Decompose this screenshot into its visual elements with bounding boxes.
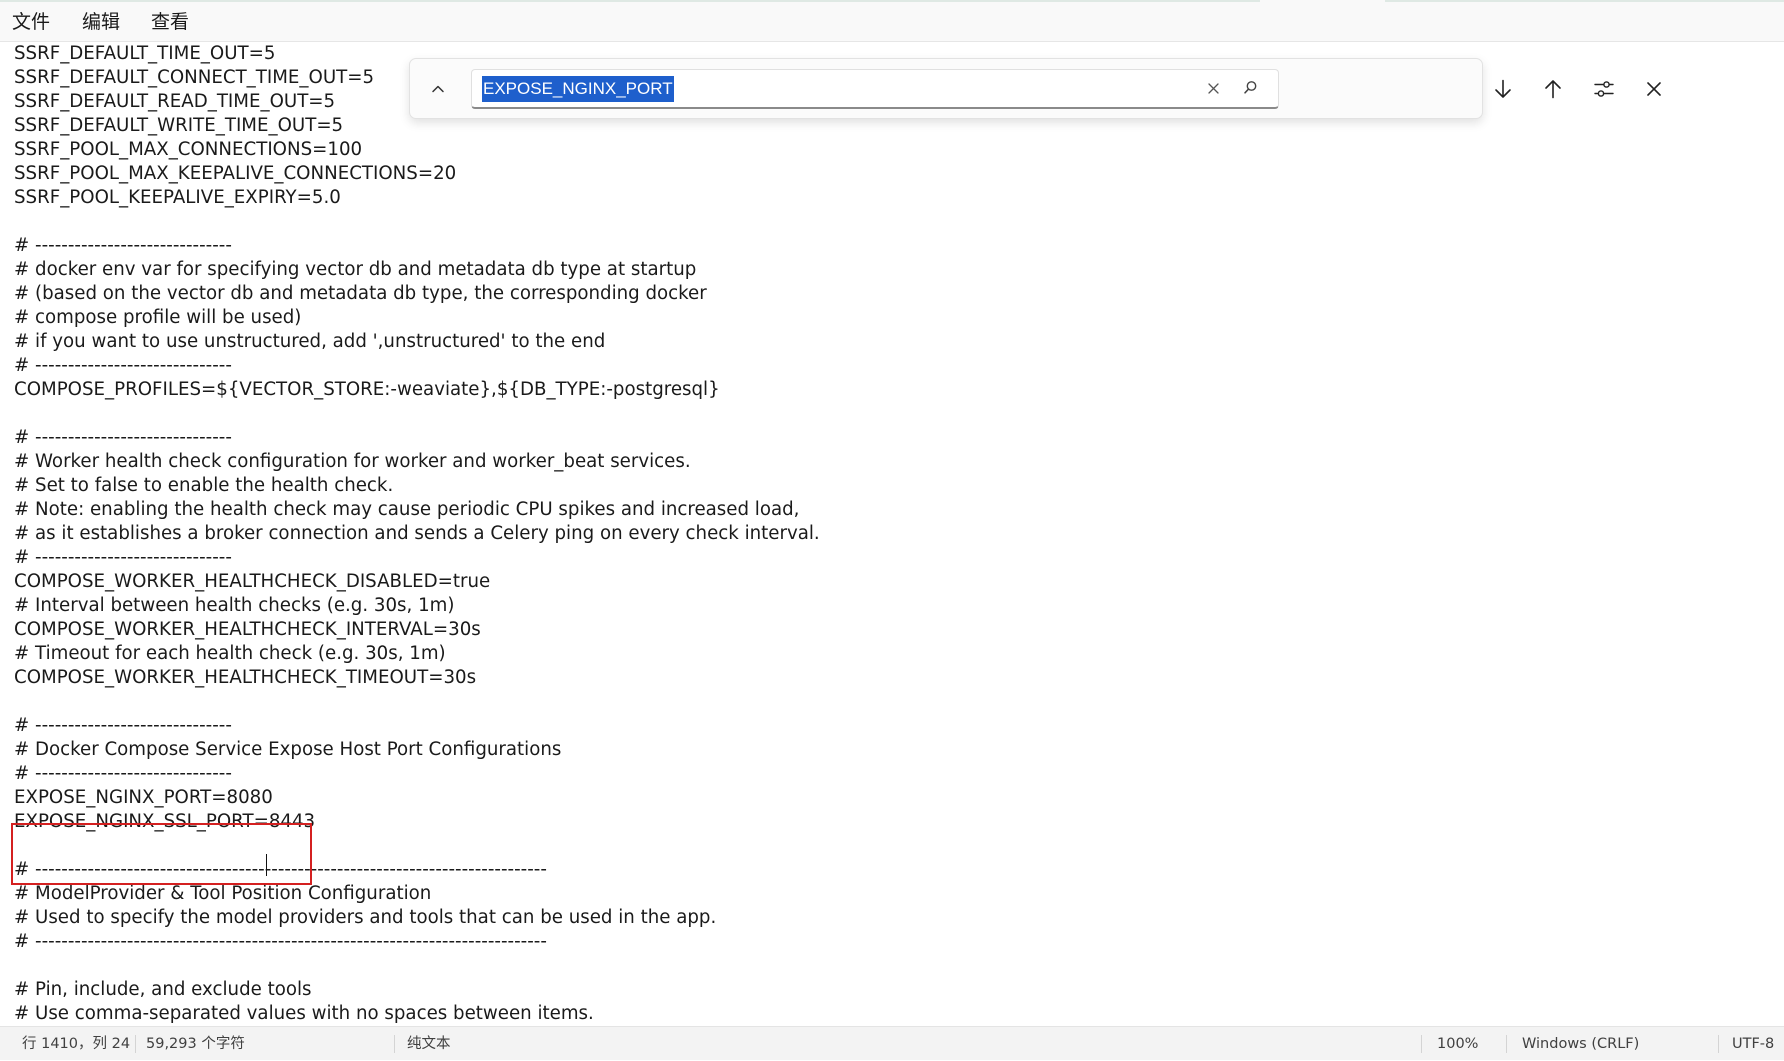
editor-line: # Used to specify the model providers an… [14,907,717,928]
menu-file[interactable]: 文件 [12,9,50,35]
editor-line: # ------------------------------ [14,355,232,376]
editor-line: # (based on the vector db and metadata d… [14,283,707,304]
find-next-button[interactable] [1485,71,1521,107]
status-divider [135,1035,136,1053]
title-bar-edge [1385,0,1784,2]
status-divider [1506,1035,1507,1053]
menu-edit[interactable]: 编辑 [82,9,120,35]
editor-line: SSRF_POOL_MAX_CONNECTIONS=100 [14,139,363,160]
search-button[interactable] [1239,78,1261,100]
find-previous-button[interactable] [1535,71,1571,107]
menu-view[interactable]: 查看 [151,9,189,35]
close-icon [1207,80,1220,99]
clear-search-button[interactable] [1202,78,1224,100]
editor-line: # ------------------------------ [14,715,232,736]
editor-line: EXPOSE_NGINX_PORT=8080 [14,787,273,808]
status-divider [1421,1035,1422,1053]
editor-text-area[interactable]: SSRF_DEFAULT_TIME_OUT=5 SSRF_DEFAULT_CON… [0,42,1784,1026]
cursor-position[interactable]: 行 1410，列 24 [22,1027,130,1061]
editor-line: SSRF_DEFAULT_CONNECT_TIME_OUT=5 [14,67,375,88]
editor-line: # compose profile will be used) [14,307,302,328]
editor-line: # Note: enabling the health check may ca… [14,499,800,520]
find-bar: EXPOSE_NGINX_PORT [409,58,1661,119]
toggle-replace-button[interactable] [420,71,456,107]
find-options-button[interactable] [1586,71,1622,107]
editor-line: # docker env var for specifying vector d… [14,259,697,280]
editor-line: COMPOSE_PROFILES=${VECTOR_STORE:-weaviat… [14,379,720,400]
editor-line: # ------------------------------ [14,427,232,448]
editor-line: COMPOSE_WORKER_HEALTHCHECK_DISABLED=true [14,571,491,592]
editor-line: COMPOSE_WORKER_HEALTHCHECK_INTERVAL=30s [14,619,481,640]
close-icon [1645,80,1663,98]
editor-line: # Docker Compose Service Expose Host Por… [14,739,562,760]
sliders-icon [1593,78,1615,100]
line-ending[interactable]: Windows (CRLF) [1522,1027,1639,1061]
find-input[interactable]: EXPOSE_NGINX_PORT [482,76,674,102]
file-type: 纯文本 [407,1036,451,1052]
menu-bar: 文件 编辑 查看 [0,0,1784,42]
editor-line: COMPOSE_WORKER_HEALTHCHECK_TIMEOUT=30s [14,667,477,688]
status-divider [1718,1035,1719,1053]
arrow-up-icon [1542,78,1564,100]
editor-line: # ------------------------------ [14,547,232,568]
character-count: 59,293 个字符 [146,1036,245,1052]
editor-line: # Set to false to enable the health chec… [14,475,394,496]
encoding[interactable]: UTF-8 [1732,1027,1774,1061]
editor-line: # Interval between health checks (e.g. 3… [14,595,455,616]
zoom-level[interactable]: 100% [1437,1027,1478,1061]
editor-line: # if you want to use unstructured, add '… [14,331,606,352]
editor-line: # Pin, include, and exclude tools [14,979,312,1000]
editor-line: # as it establishes a broker connection … [14,523,820,544]
editor-line: # --------------------------------------… [14,931,547,952]
text-caret [266,854,267,876]
editor-line: # Worker health check configuration for … [14,451,691,472]
title-bar-edge [0,0,1260,2]
editor-line: SSRF_DEFAULT_READ_TIME_OUT=5 [14,91,336,112]
editor-line: # ------------------------------ [14,763,232,784]
chevron-up-icon [430,81,446,97]
editor-line: SSRF_POOL_KEEPALIVE_EXPIRY=5.0 [14,187,341,208]
editor-line: # ------------------------------ [14,235,232,256]
status-divider [394,1035,395,1053]
find-input-box[interactable]: EXPOSE_NGINX_PORT [471,69,1279,109]
editor-line: # Timeout for each health check (e.g. 30… [14,643,446,664]
editor-line: SSRF_DEFAULT_TIME_OUT=5 [14,43,276,64]
close-find-button[interactable] [1636,71,1672,107]
search-icon [1243,80,1258,99]
status-bar: 行 1410，列 24 59,293 个字符 纯文本 100% Windows … [0,1026,1784,1060]
editor-line: # Use comma-separated values with no spa… [14,1003,594,1024]
arrow-down-icon [1492,78,1514,100]
editor-line: # ModelProvider & Tool Position Configur… [14,883,432,904]
editor-line: SSRF_POOL_MAX_KEEPALIVE_CONNECTIONS=20 [14,163,457,184]
editor-line: SSRF_DEFAULT_WRITE_TIME_OUT=5 [14,115,344,136]
